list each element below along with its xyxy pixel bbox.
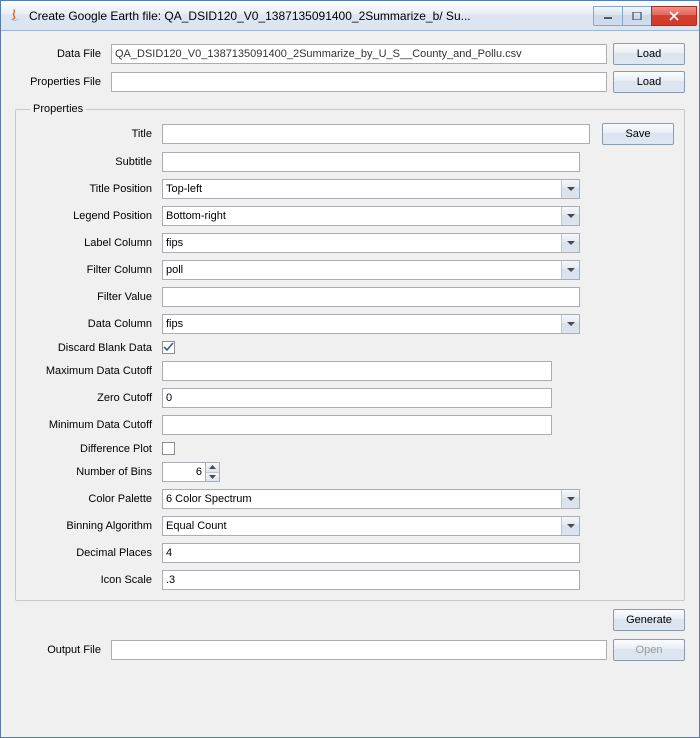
max-cutoff-label: Maximum Data Cutoff xyxy=(26,365,156,377)
title-position-label: Title Position xyxy=(26,183,156,195)
open-button[interactable]: Open xyxy=(613,639,685,661)
chevron-down-icon[interactable] xyxy=(561,234,579,252)
window-frame: Create Google Earth file: QA_DSID120_V0_… xyxy=(0,0,700,738)
properties-file-label: Properties File xyxy=(15,76,105,88)
chevron-down-icon[interactable] xyxy=(561,261,579,279)
load-data-file-button[interactable]: Load xyxy=(613,43,685,65)
num-bins-label: Number of Bins xyxy=(26,466,156,478)
chevron-down-icon[interactable] xyxy=(561,490,579,508)
color-palette-label: Color Palette xyxy=(26,493,156,505)
load-properties-file-button[interactable]: Load xyxy=(613,71,685,93)
maximize-button[interactable] xyxy=(622,6,652,26)
data-column-select[interactable] xyxy=(162,314,580,334)
data-column-value[interactable] xyxy=(162,314,580,334)
chevron-down-icon[interactable] xyxy=(561,517,579,535)
filter-column-select[interactable] xyxy=(162,260,580,280)
output-file-input[interactable] xyxy=(111,640,607,660)
label-column-label: Label Column xyxy=(26,237,156,249)
legend-position-value[interactable] xyxy=(162,206,580,226)
data-column-label: Data Column xyxy=(26,318,156,330)
properties-legend: Properties xyxy=(30,103,86,115)
title-input[interactable] xyxy=(162,124,590,144)
zero-cutoff-label: Zero Cutoff xyxy=(26,392,156,404)
difference-plot-label: Difference Plot xyxy=(26,443,156,455)
label-column-value[interactable] xyxy=(162,233,580,253)
properties-fieldset: Properties Title Save Subtitle T xyxy=(15,103,685,601)
legend-position-select[interactable] xyxy=(162,206,580,226)
label-column-select[interactable] xyxy=(162,233,580,253)
generate-button[interactable]: Generate xyxy=(613,609,685,631)
window-controls xyxy=(594,6,697,26)
filter-column-value[interactable] xyxy=(162,260,580,280)
icon-scale-label: Icon Scale xyxy=(26,574,156,586)
min-cutoff-label: Minimum Data Cutoff xyxy=(26,419,156,431)
java-app-icon xyxy=(7,8,23,24)
min-cutoff-input[interactable] xyxy=(162,415,552,435)
filter-value-label: Filter Value xyxy=(26,291,156,303)
binning-algo-value[interactable] xyxy=(162,516,580,536)
subtitle-input[interactable] xyxy=(162,152,580,172)
decimal-places-input[interactable] xyxy=(162,543,580,563)
binning-algo-label: Binning Algorithm xyxy=(26,520,156,532)
filter-value-input[interactable] xyxy=(162,287,580,307)
content-area: Data File Load Properties File Load Prop… xyxy=(1,31,699,737)
file-selection-area: Data File Load Properties File Load xyxy=(15,43,685,93)
bottom-section: Generate Output File Open xyxy=(15,609,685,661)
data-file-input[interactable] xyxy=(111,44,607,64)
binning-algo-select[interactable] xyxy=(162,516,580,536)
legend-position-label: Legend Position xyxy=(26,210,156,222)
spinner-down-button[interactable] xyxy=(206,472,219,482)
decimal-places-label: Decimal Places xyxy=(26,547,156,559)
chevron-down-icon[interactable] xyxy=(561,180,579,198)
chevron-down-icon[interactable] xyxy=(561,207,579,225)
num-bins-input[interactable] xyxy=(162,462,206,482)
output-file-label: Output File xyxy=(15,644,105,656)
icon-scale-input[interactable] xyxy=(162,570,580,590)
data-file-label: Data File xyxy=(15,48,105,60)
max-cutoff-input[interactable] xyxy=(162,361,552,381)
properties-file-input[interactable] xyxy=(111,72,607,92)
titlebar: Create Google Earth file: QA_DSID120_V0_… xyxy=(1,1,699,31)
num-bins-spinner[interactable] xyxy=(162,462,220,482)
title-position-select[interactable] xyxy=(162,179,580,199)
save-button[interactable]: Save xyxy=(602,123,674,145)
spinner-up-button[interactable] xyxy=(206,463,219,472)
title-label: Title xyxy=(26,128,156,140)
subtitle-label: Subtitle xyxy=(26,156,156,168)
title-position-value[interactable] xyxy=(162,179,580,199)
zero-cutoff-input[interactable] xyxy=(162,388,552,408)
minimize-button[interactable] xyxy=(593,6,623,26)
discard-blank-checkbox[interactable] xyxy=(162,341,175,354)
discard-blank-label: Discard Blank Data xyxy=(26,342,156,354)
close-button[interactable] xyxy=(651,6,697,26)
color-palette-select[interactable] xyxy=(162,489,580,509)
window-title: Create Google Earth file: QA_DSID120_V0_… xyxy=(29,9,594,23)
color-palette-value[interactable] xyxy=(162,489,580,509)
difference-plot-checkbox[interactable] xyxy=(162,442,175,455)
chevron-down-icon[interactable] xyxy=(561,315,579,333)
filter-column-label: Filter Column xyxy=(26,264,156,276)
